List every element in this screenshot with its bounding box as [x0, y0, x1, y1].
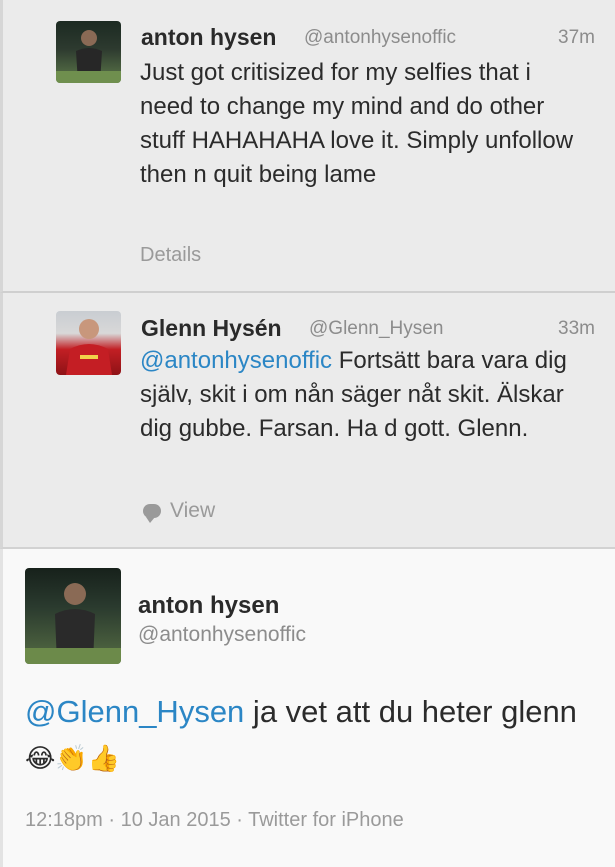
- tweet-text: @Glenn_Hysen ja vet att du heter glenn 😂👏…: [25, 690, 585, 780]
- author-name[interactable]: Glenn Hysén: [141, 315, 282, 342]
- author-handle[interactable]: @Glenn_Hysen: [309, 318, 443, 340]
- main-tweet: anton hysen @antonhysenoffic @Glenn_Hyse…: [0, 549, 615, 867]
- avatar[interactable]: [25, 568, 121, 664]
- tweet-time[interactable]: 33m: [533, 318, 595, 340]
- avatar[interactable]: [56, 311, 121, 375]
- avatar[interactable]: [56, 21, 121, 83]
- tweet-text-body: ja vet att du heter glenn: [244, 694, 577, 729]
- mention-link[interactable]: @Glenn_Hysen: [25, 694, 244, 729]
- author-handle[interactable]: @antonhysenoffic: [138, 623, 306, 647]
- author-name[interactable]: anton hysen: [138, 592, 279, 620]
- clapping-hands-emoji-icon: 👏: [55, 742, 88, 773]
- tweet-time[interactable]: 37m: [533, 27, 595, 49]
- details-link[interactable]: Details: [140, 244, 201, 267]
- tweet-1[interactable]: anton hysen @antonhysenoffic 37m Just go…: [0, 0, 615, 293]
- thumbs-up-emoji-icon: 👍: [87, 742, 121, 773]
- view-link[interactable]: View: [143, 499, 215, 523]
- mention-link[interactable]: @antonhysenoffic: [140, 347, 332, 374]
- timestamp-footer[interactable]: 12:18pm · 10 Jan 2015 · Twitter for iPho…: [25, 809, 404, 832]
- tweet-2[interactable]: Glenn Hysén @Glenn_Hysen 33m @antonhysen…: [0, 293, 615, 549]
- author-name[interactable]: anton hysen: [141, 24, 276, 51]
- author-handle[interactable]: @antonhysenoffic: [304, 27, 456, 49]
- view-label: View: [170, 499, 216, 522]
- laughing-tears-emoji-icon: 😂: [25, 742, 56, 773]
- speech-bubble-icon: [143, 504, 161, 523]
- tweet-text: Just got critisized for my selfies that …: [140, 59, 574, 188]
- tweet-text: @antonhysenoffic Fortsätt bara vara dig …: [140, 344, 600, 446]
